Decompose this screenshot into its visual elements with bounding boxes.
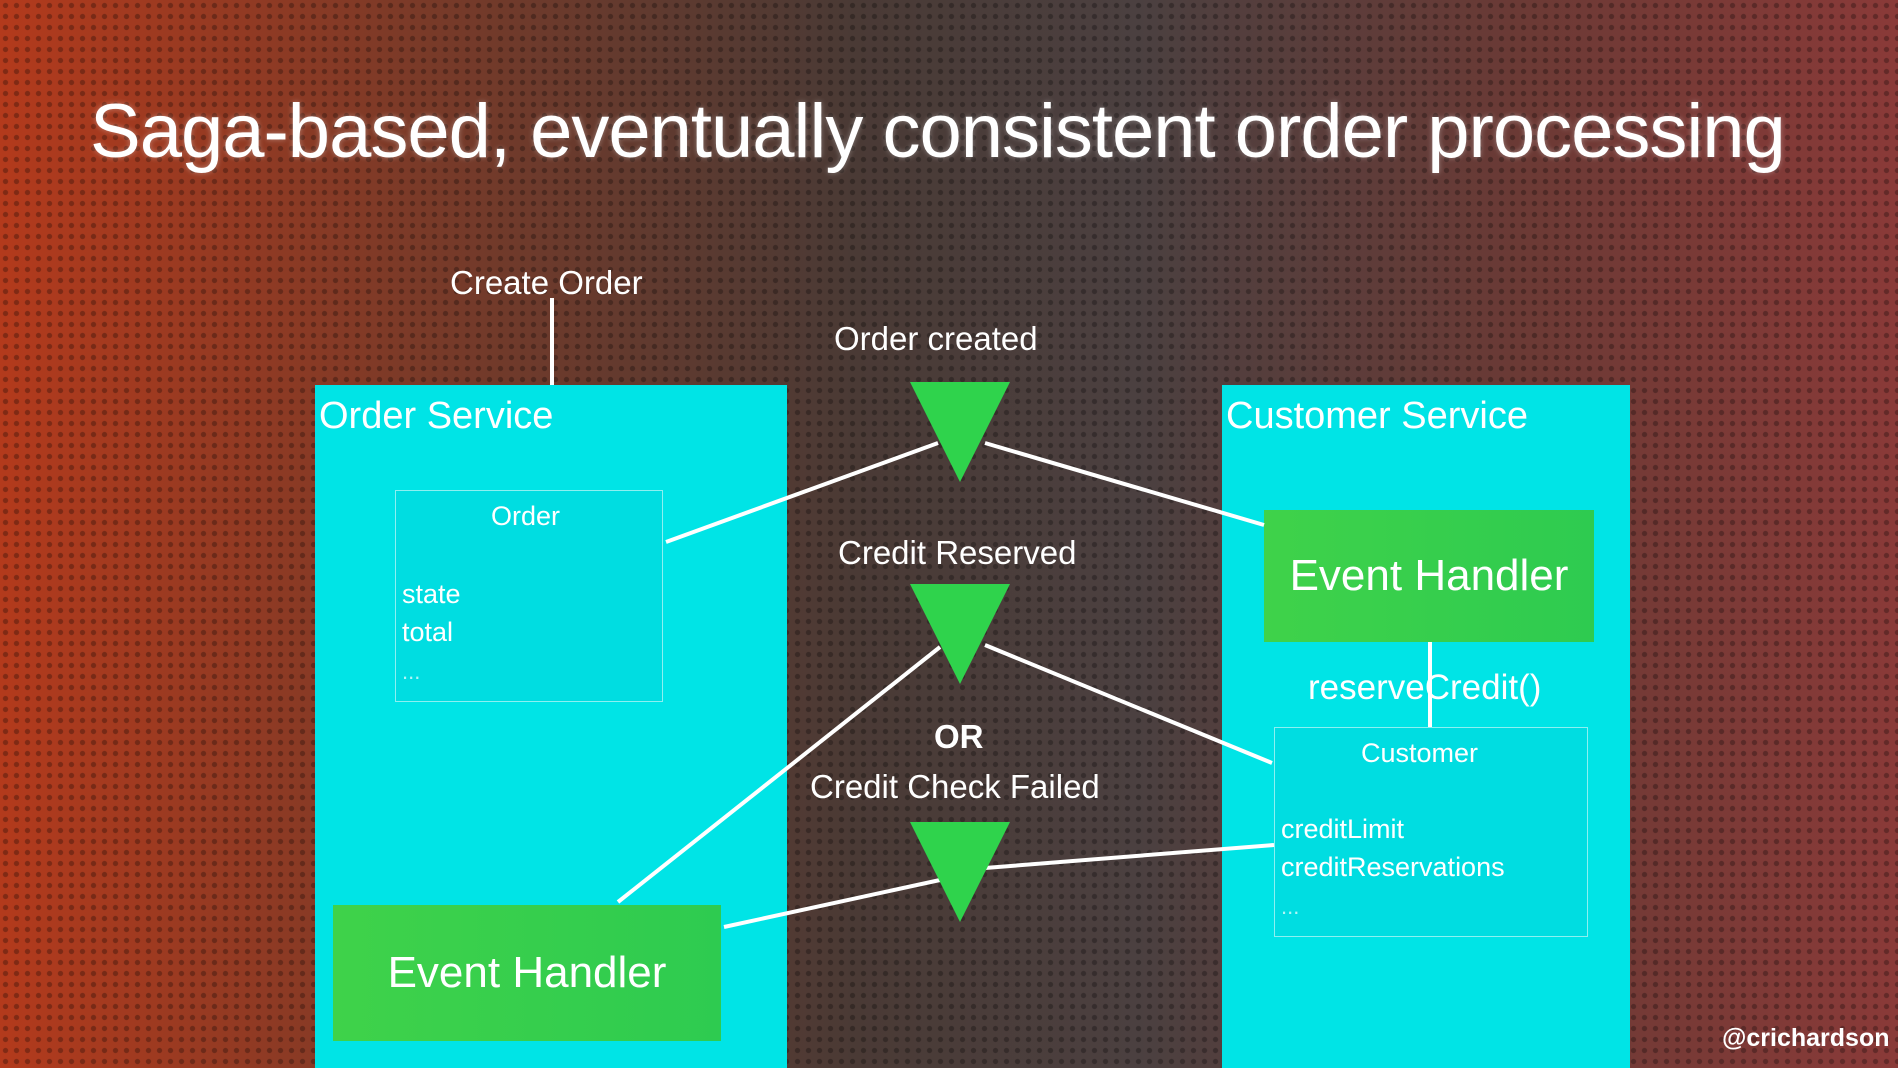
order-created-label: Order created [834, 320, 1038, 357]
or-label: OR [934, 718, 984, 755]
order-created-to-customer-handler-line [984, 441, 1265, 527]
customer-to-credit-check-failed-line [984, 843, 1275, 870]
create-order-label: Create Order [450, 264, 643, 301]
slide: Saga-based, eventually consistent order … [0, 0, 1898, 1068]
credit-check-failed-to-order-handler-line [723, 878, 941, 929]
credit-reserved-event-triangle [910, 584, 1010, 684]
order-created-event-triangle [910, 382, 1010, 482]
reserve-credit-label: reserveCredit() [1308, 668, 1542, 707]
credit-reserved-label: Credit Reserved [838, 534, 1077, 571]
customer-to-credit-reserved-line [984, 643, 1273, 765]
credit-check-failed-label: Credit Check Failed [810, 768, 1100, 805]
order-to-order-created-line [665, 441, 939, 544]
credit-check-failed-event-triangle [910, 822, 1010, 922]
author-handle: @crichardson [1722, 1024, 1890, 1052]
